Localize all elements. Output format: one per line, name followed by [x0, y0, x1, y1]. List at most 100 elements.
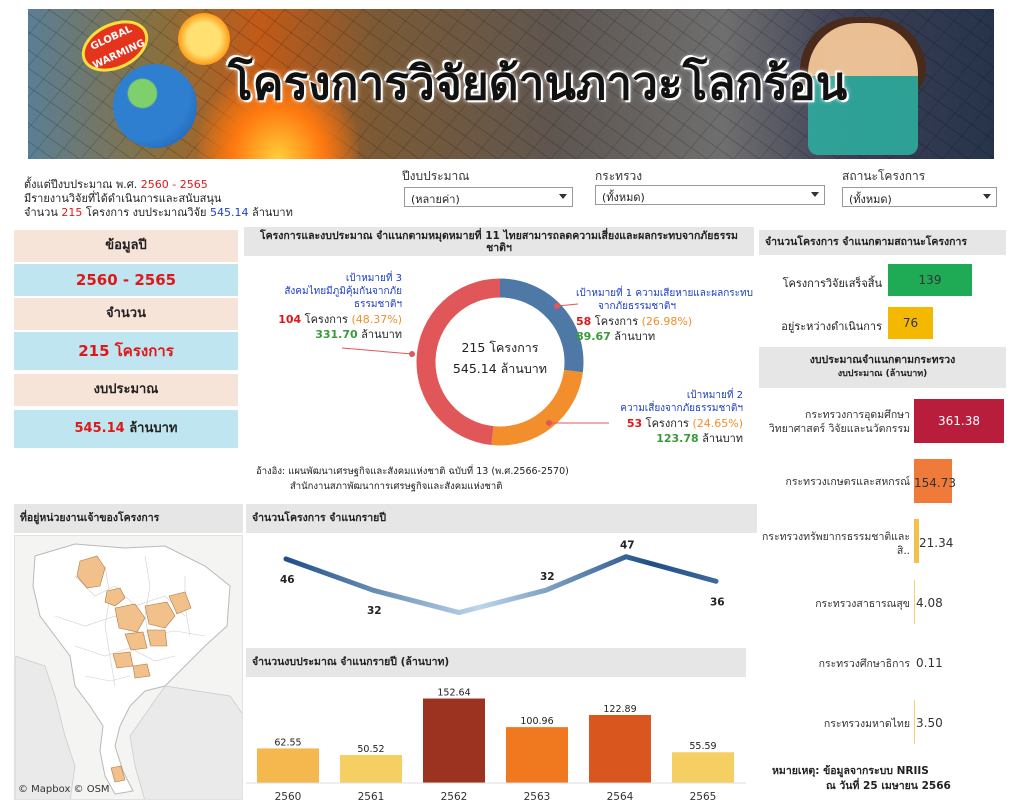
goal1-pct: (26.98%) [641, 315, 693, 328]
goal1-marker [554, 303, 560, 309]
line-point-label: 47 [620, 540, 635, 552]
bar-chart-header: จำนวนงบประมาณ จำแนกรายปี (ล้านบาท) [246, 648, 746, 677]
goal2-subtitle: ความเสี่ยงจากภัยธรรมชาติฯ [620, 403, 743, 414]
goal1-budget-unit: ล้านบาท [610, 330, 656, 343]
highlighted-region [132, 663, 151, 679]
goal2-count-label: โครงการ [642, 417, 693, 430]
goal1-label: เป้าหมายที่ 1 ความเสียหายและผลกระทบ จากภ… [576, 287, 754, 343]
x-tick-label: 2561 [358, 791, 385, 803]
bar-value-label: 50.52 [357, 744, 384, 755]
intro-text: มีรายงานวิจัยที่ได้ดำเนินการและสนับสนุน [24, 192, 222, 205]
bar-value-label: 62.55 [274, 737, 301, 748]
x-tick-label: 2563 [524, 791, 551, 803]
donut-center-count: 215 โครงการ [461, 340, 538, 355]
summary-budget-unit: ล้านบาท [124, 421, 178, 436]
sun-icon [178, 13, 230, 65]
goal1-count-label: โครงการ [591, 315, 642, 328]
summary-count-header: จำนวน [14, 298, 238, 330]
donut-segment-goal2[interactable] [491, 369, 583, 446]
donut-segment-goal1[interactable] [499, 278, 584, 373]
ministry-value-natural-resources: 21.34 [919, 536, 954, 550]
goal3-count-label: โครงการ [301, 313, 352, 326]
summary-year-range: 2560 - 2565 [14, 264, 238, 296]
summary-year-header: ข้อมูลปี [14, 230, 238, 262]
goal2-marker [546, 420, 552, 426]
location-map[interactable] [14, 535, 243, 800]
goal3-title: เป้าหมายที่ 3 [345, 273, 402, 284]
donut-header: โครงการและงบประมาณ จำแนกตามหมุดหมายที่ 1… [244, 227, 754, 256]
note-line-2: ณ วันที่ 25 เมษายน 2566 [826, 780, 951, 792]
map-attribution: © Mapbox © OSM [18, 784, 110, 795]
line-point-label: 32 [540, 571, 555, 583]
bar-value-label: 122.89 [603, 704, 636, 715]
chevron-down-icon [811, 192, 819, 197]
map-panel-header: ที่อยู่หน่วยงานเจ้าของโครงการ [14, 504, 243, 533]
page-title: โครงการวิจัยด้านภาวะโลกร้อน [228, 56, 848, 110]
bar-value-label: 152.64 [437, 688, 470, 699]
ministry-label-public-health: กระทรวงสาธารณสุข [815, 598, 910, 610]
bar-2563[interactable] [506, 727, 568, 783]
summary-budget-box: 545.14 ล้านบาท [14, 410, 238, 448]
goal3-marker [409, 351, 415, 357]
goal3-label: เป้าหมายที่ 3 สังคมไทยมีภูมิคุ้มกันจากภั… [262, 272, 402, 341]
goal1-title: เป้าหมายที่ 1 ความเสียหายและผลกระทบ [576, 288, 753, 299]
x-tick-label: 2562 [441, 791, 468, 803]
intro-text: ตั้งแต่ปีงบประมาณ พ.ศ. [24, 178, 141, 191]
line-point-label: 46 [280, 574, 295, 586]
ministry-bar-public-health[interactable] [914, 580, 915, 624]
intro-year-range: 2560 - 2565 [140, 178, 208, 191]
line-point-label: 36 [710, 596, 725, 608]
status-label-completed: โครงการวิจัยเสร็จสิ้น [782, 277, 882, 290]
ministry-filter-select[interactable]: (ทั้งหมด) [595, 185, 825, 205]
donut-center-budget: 545.14 ล้านบาท [453, 361, 547, 376]
ministry-filter-label: กระทรวง [595, 169, 643, 183]
status-filter-value: (ทั้งหมด) [849, 193, 892, 206]
line-series [283, 554, 719, 616]
goal3-pct: (48.37%) [351, 313, 402, 326]
ministry-filter-value: (ทั้งหมด) [602, 191, 645, 204]
year-filter-value: (หลายค่า) [411, 193, 460, 206]
status-bar-completed[interactable]: 139 [888, 264, 972, 296]
ministry-label-agriculture: กระทรวงเกษตรและสหกรณ์ [785, 476, 910, 488]
ministry-label-natural-resources: กระทรวงทรัพยากรธรรมชาติและสิ.. [761, 531, 910, 557]
bar-2560[interactable] [257, 748, 319, 783]
intro-summary: ตั้งแต่ปีงบประมาณ พ.ศ. 2560 - 2565 มีราย… [24, 178, 354, 220]
intro-text: ล้านบาท [248, 206, 293, 219]
budget-per-year-bar-chart: 62.55 2560 50.52 2561 152.64 2562 100.96 2563 12… [246, 688, 746, 803]
summary-budget-value: 545.14 [74, 421, 125, 436]
projects-per-year-line-chart: 46 32 32 47 36 [280, 540, 725, 618]
header-banner: GLOBAL WARMING โครงการวิจัยด้านภาวะโลกร้… [28, 9, 994, 159]
line-point-label: 32 [367, 605, 382, 617]
summary-budget-header: งบประมาณ [14, 374, 238, 406]
status-filter-select[interactable]: (ทั้งหมด) [842, 187, 997, 207]
ministry-value-education: 0.11 [916, 656, 943, 670]
summary-count-value: 215 โครงการ [14, 332, 238, 370]
goal2-label: เป้าหมายที่ 2 ความเสี่ยงจากภัยธรรมชาติฯ … [608, 389, 743, 445]
goal2-budget: 123.78 [656, 432, 699, 445]
x-tick-label: 2560 [275, 791, 302, 803]
ministry-label-mhesi: กระทรวงการอุดมศึกษา วิทยาศาสตร์ วิจัยและ… [768, 409, 910, 435]
goal1-budget: 89.67 [576, 330, 611, 343]
goal3-subtitle: สังคมไทยมีภูมิคุ้มกันจากภัยธรรมชาติฯ [284, 286, 402, 310]
bar-2565[interactable] [672, 752, 734, 783]
year-filter-select[interactable]: (หลายค่า) [404, 187, 573, 207]
status-filter-label: สถานะโครงการ [842, 169, 926, 183]
ministry-value-public-health: 4.08 [916, 596, 943, 610]
bar-2562[interactable] [423, 698, 485, 783]
goal3-leader-line [341, 347, 413, 355]
ministry-value-agriculture: 154.73 [914, 476, 956, 490]
goal2-budget-unit: ล้านบาท [698, 432, 743, 445]
ministry-value-interior: 3.50 [916, 716, 943, 730]
ministry-bar-mhesi[interactable]: 361.38 [914, 399, 1004, 443]
goal2-count: 53 [626, 417, 643, 430]
bar-2564[interactable] [589, 714, 651, 783]
status-bar-in-progress[interactable]: 76 [888, 307, 933, 339]
ministry-label-education: กระทรวงศึกษาธิการ [818, 658, 910, 670]
intro-budget: 545.14 [209, 206, 249, 219]
ministry-bar-interior[interactable] [914, 700, 915, 744]
goal3-count: 104 [278, 313, 302, 326]
reference-line-2: สำนักงานสภาพัฒนาการเศรษฐกิจและสังคมแห่งช… [290, 481, 503, 492]
bar-2561[interactable] [340, 755, 402, 783]
line-chart-header: จำนวนโครงการ จำแนกรายปี [246, 504, 757, 533]
goal1-count: 58 [576, 315, 592, 328]
